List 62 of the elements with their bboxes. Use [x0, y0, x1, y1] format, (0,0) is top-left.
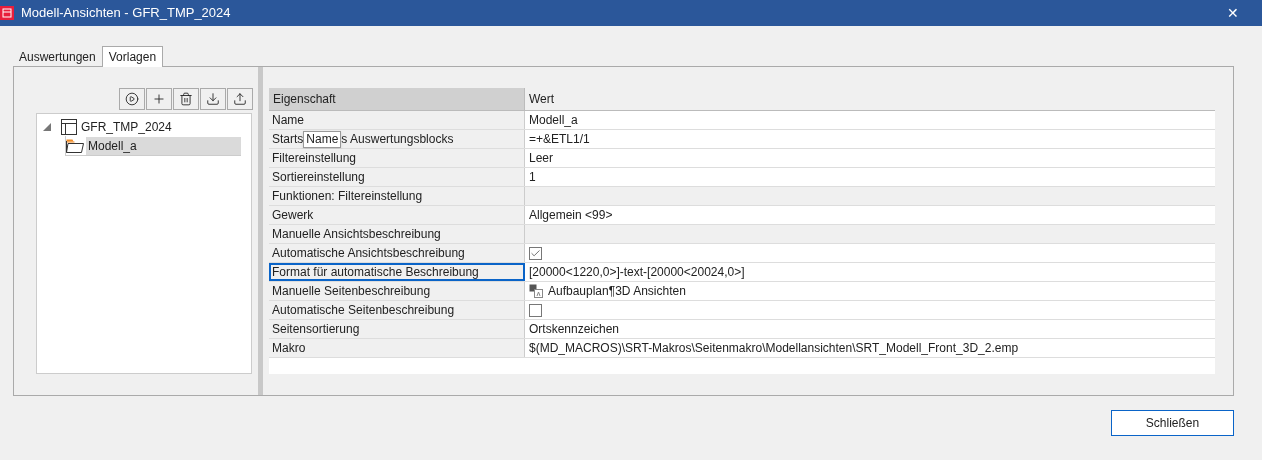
column-header[interactable]: Wert [525, 88, 1215, 110]
expand-triangle-icon[interactable] [43, 122, 51, 131]
window-title: Modell-Ansichten - GFR_TMP_2024 [21, 4, 231, 23]
value-cell[interactable]: $(MD_MACROS)\SRT-Makros\Seitenmakro\Modellansichten\SRT_Modell_Front_3D_2.emp [529, 339, 1019, 357]
tree-item[interactable]: GFR_TMP_2024 [79, 117, 234, 136]
value-cell[interactable]: Allgemein <99> [529, 206, 613, 224]
value-cell[interactable]: 1 [529, 168, 536, 186]
property-label: Funktionen: Filtereinstellung [272, 188, 423, 205]
property-cell[interactable]: Sortiereinstellung [269, 168, 525, 186]
toolbar-button[interactable] [173, 88, 199, 110]
property-cell[interactable]: Starts Name s Auswertungsblocks [269, 130, 525, 148]
property-label: Sortiereinstellung [272, 169, 365, 186]
property-label: s Auswertungsblocks [341, 131, 454, 148]
property-cell[interactable]: Funktionen: Filtereinstellung [269, 187, 525, 205]
property-cell[interactable]: Filtereinstellung [269, 149, 525, 167]
toolbar-button[interactable] [200, 88, 226, 110]
document-icon [529, 284, 543, 298]
property-cell[interactable]: Automatische Seitenbeschreibung [269, 301, 525, 319]
checkbox[interactable] [529, 303, 542, 317]
value-cell[interactable]: Modell_a [529, 111, 578, 129]
download-icon [206, 92, 220, 106]
folder-icon [66, 138, 84, 153]
property-cell[interactable]: Manuelle Seitenbeschreibung [269, 282, 525, 300]
property-cell[interactable]: Seitensortierung [269, 320, 525, 338]
property-cell[interactable]: Manuelle Ansichtsbeschreibung [269, 225, 525, 243]
property-label: Manuelle Seitenbeschreibung [272, 283, 431, 300]
value-cell[interactable]: =+&ETL1/1 [529, 130, 590, 148]
trash-icon [179, 92, 193, 106]
upload-icon [233, 92, 247, 106]
column-header[interactable]: Eigenschaft [269, 88, 525, 110]
value-cell[interactable]: Aufbauplan¶3D Ansichten [548, 282, 686, 300]
property-label: Manuelle Ansichtsbeschreibung [272, 226, 441, 243]
app-logo-icon [0, 6, 14, 20]
property-label: Automatische Seitenbeschreibung [272, 302, 455, 319]
play-icon [125, 92, 139, 106]
value-cell[interactable]: [20000<1220,0>]-text-[20000<20024,0>] [529, 263, 745, 281]
close-button[interactable]: ✕ [1218, 2, 1248, 24]
property-label: Seitensortierung [272, 321, 360, 338]
property-label: Makro [272, 340, 306, 357]
tooltip: Name [303, 130, 342, 148]
property-cell[interactable]: Makro [269, 339, 525, 357]
tree-item[interactable]: Modell_a [86, 136, 241, 155]
property-label: Automatische Ansichtsbeschreibung [272, 245, 465, 262]
checkbox[interactable] [529, 246, 542, 260]
table-icon [61, 118, 77, 135]
tab[interactable]: Vorlagen [101, 46, 164, 67]
property-label: Filtereinstellung [272, 150, 357, 167]
property-label: Gewerk [272, 207, 314, 224]
value-cell[interactable]: Ortskennzeichen [529, 320, 620, 338]
toolbar-button[interactable] [119, 88, 145, 110]
property-cell[interactable]: Format für automatische Beschreibung [269, 263, 525, 281]
toolbar-button[interactable] [227, 88, 253, 110]
plus-icon [152, 92, 166, 106]
value-cell[interactable]: Leer [529, 149, 554, 167]
property-label: Name [272, 112, 304, 129]
close-dialog-button[interactable]: Schließen [1111, 410, 1234, 436]
property-label: Starts [272, 131, 304, 148]
check-icon [530, 247, 541, 259]
property-label: Format für automatische Beschreibung [272, 264, 479, 281]
property-cell[interactable]: Gewerk [269, 206, 525, 224]
property-cell[interactable]: Automatische Ansichtsbeschreibung [269, 244, 525, 262]
property-cell[interactable]: Name [269, 111, 525, 129]
